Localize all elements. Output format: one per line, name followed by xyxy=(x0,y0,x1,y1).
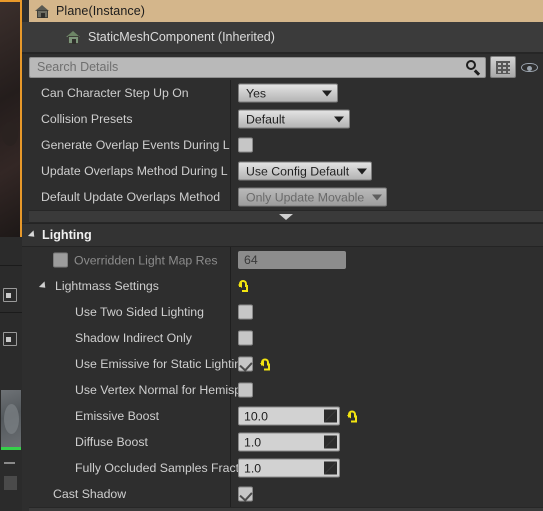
field-value: 64 xyxy=(244,253,258,267)
viewport-edge-preview xyxy=(0,0,22,237)
property-row: Overridden Light Map Res 64 xyxy=(29,247,543,273)
drag-handle-icon[interactable] xyxy=(324,435,337,449)
overridden-light-map-res-checkbox[interactable] xyxy=(53,252,68,268)
collision-presets-dropdown[interactable]: Default xyxy=(238,109,350,129)
shadow-indirect-only-checkbox[interactable] xyxy=(238,330,253,346)
search-field[interactable] xyxy=(29,56,486,78)
reset-to-default-icon[interactable] xyxy=(238,280,249,292)
generate-overlap-events-checkbox[interactable] xyxy=(238,137,253,153)
place-actor-icon[interactable] xyxy=(3,288,17,302)
component-row[interactable]: StaticMeshComponent (Inherited) xyxy=(22,22,543,52)
chevron-down-icon xyxy=(372,194,383,200)
property-label: Collision Presets xyxy=(41,112,133,126)
expander-triangle-icon xyxy=(38,281,49,291)
object-header-row[interactable]: Plane(Instance) xyxy=(29,0,543,22)
property-label: Use Emissive for Static Lightin xyxy=(75,357,242,371)
property-row: Use Two Sided Lighting xyxy=(29,299,543,325)
divider xyxy=(0,265,22,266)
lighting-property-list: Overridden Light Map Res 64 Lightmass Se… xyxy=(29,247,543,507)
property-label-group: Overridden Light Map Res xyxy=(53,252,218,268)
diffuse-boost-input[interactable]: 1.0 xyxy=(238,432,340,452)
grid-view-icon[interactable] xyxy=(490,56,516,78)
can-character-step-up-on-dropdown[interactable]: Yes xyxy=(238,83,338,103)
dropdown-value: Yes xyxy=(246,86,267,100)
overridden-light-map-res-field: 64 xyxy=(238,251,346,269)
chevron-down-icon xyxy=(357,168,368,174)
reset-to-default-icon[interactable] xyxy=(347,410,358,422)
expander-triangle-icon xyxy=(27,230,38,240)
details-panel-window: Plane(Instance) StaticMeshComponent (Inh… xyxy=(0,0,543,511)
object-title: Plane(Instance) xyxy=(56,4,146,18)
save-icon[interactable] xyxy=(3,332,17,346)
details-panel: Plane(Instance) StaticMeshComponent (Inh… xyxy=(22,0,543,511)
property-row: Update Overlaps Method During L Use Conf… xyxy=(29,158,543,184)
property-label: Diffuse Boost xyxy=(75,435,148,449)
property-label: Shadow Indirect Only xyxy=(75,331,192,345)
reset-to-default-icon[interactable] xyxy=(260,358,271,370)
emissive-boost-input[interactable]: 10.0 xyxy=(238,406,340,426)
dropdown-value: Default xyxy=(246,112,285,126)
property-row: Collision Presets Default xyxy=(29,106,543,132)
property-label: Emissive Boost xyxy=(75,409,160,423)
chevron-down-icon xyxy=(334,116,344,122)
static-mesh-icon xyxy=(66,30,81,45)
dropdown-value: Use Config Default xyxy=(246,164,350,178)
section-title: Lighting xyxy=(42,228,92,242)
field-value: 10.0 xyxy=(244,409,268,423)
property-label: Can Character Step Up On xyxy=(41,86,189,100)
property-label: Update Overlaps Method During L xyxy=(41,164,228,178)
field-value: 1.0 xyxy=(244,461,262,475)
eye-icon[interactable] xyxy=(520,56,539,78)
dropdown-value: Only Update Movable xyxy=(246,190,365,204)
search-icon xyxy=(465,59,481,76)
property-label: Use Two Sided Lighting xyxy=(75,305,204,319)
chevron-down-icon xyxy=(279,213,293,220)
default-update-overlaps-method-dropdown: Only Update Movable xyxy=(238,187,388,207)
property-row: Use Emissive for Static Lightin xyxy=(29,351,543,377)
section-header-lighting[interactable]: Lighting xyxy=(22,223,543,247)
update-overlaps-method-dropdown[interactable]: Use Config Default xyxy=(238,161,373,181)
component-label: StaticMeshComponent (Inherited) xyxy=(88,30,275,44)
property-list: Can Character Step Up On Yes Collision P… xyxy=(29,80,543,210)
property-row: Generate Overlap Events During L xyxy=(29,132,543,158)
property-row: Cast Shadow xyxy=(29,481,543,507)
left-edge-strip xyxy=(0,0,22,511)
use-two-sided-lighting-checkbox[interactable] xyxy=(238,304,253,320)
property-row: Can Character Step Up On Yes xyxy=(29,80,543,106)
property-label: Generate Overlap Events During L xyxy=(41,138,230,152)
use-emissive-for-static-lighting-checkbox[interactable] xyxy=(238,356,253,372)
use-vertex-normal-for-hemisphere-checkbox[interactable] xyxy=(238,382,253,398)
property-row: Default Update Overlaps Method Only Upda… xyxy=(29,184,543,210)
property-label: Cast Shadow xyxy=(53,487,127,501)
expand-collapse-bar-top[interactable] xyxy=(29,210,543,223)
search-input[interactable] xyxy=(37,60,465,74)
property-label: Fully Occluded Samples Fractio xyxy=(75,461,249,475)
toolbar-button[interactable] xyxy=(4,476,17,490)
property-row: Use Vertex Normal for Hemispl xyxy=(29,377,543,403)
content-thumbnail[interactable] xyxy=(1,390,21,450)
subgroup-label: Lightmass Settings xyxy=(55,279,159,293)
expand-collapse-bar-bottom[interactable] xyxy=(29,507,543,511)
static-mesh-icon xyxy=(35,4,50,19)
drag-handle-icon[interactable] xyxy=(324,461,337,475)
property-label: Overridden Light Map Res xyxy=(74,253,218,267)
search-toolbar xyxy=(22,54,543,80)
fully-occluded-samples-fraction-input[interactable]: 1.0 xyxy=(238,458,340,478)
field-value: 1.0 xyxy=(244,435,262,449)
divider xyxy=(4,462,15,464)
property-label: Default Update Overlaps Method xyxy=(41,190,221,204)
drag-handle-icon[interactable] xyxy=(324,409,337,423)
property-row: Diffuse Boost 1.0 xyxy=(29,429,543,455)
subgroup-header-lightmass-settings[interactable]: Lightmass Settings xyxy=(29,273,543,299)
divider xyxy=(0,312,22,313)
property-row: Emissive Boost 10.0 xyxy=(29,403,543,429)
property-row: Fully Occluded Samples Fractio 1.0 xyxy=(29,455,543,481)
chevron-down-icon xyxy=(322,90,332,96)
cast-shadow-checkbox[interactable] xyxy=(238,486,253,502)
property-row: Shadow Indirect Only xyxy=(29,325,543,351)
property-label: Use Vertex Normal for Hemispl xyxy=(75,383,244,397)
